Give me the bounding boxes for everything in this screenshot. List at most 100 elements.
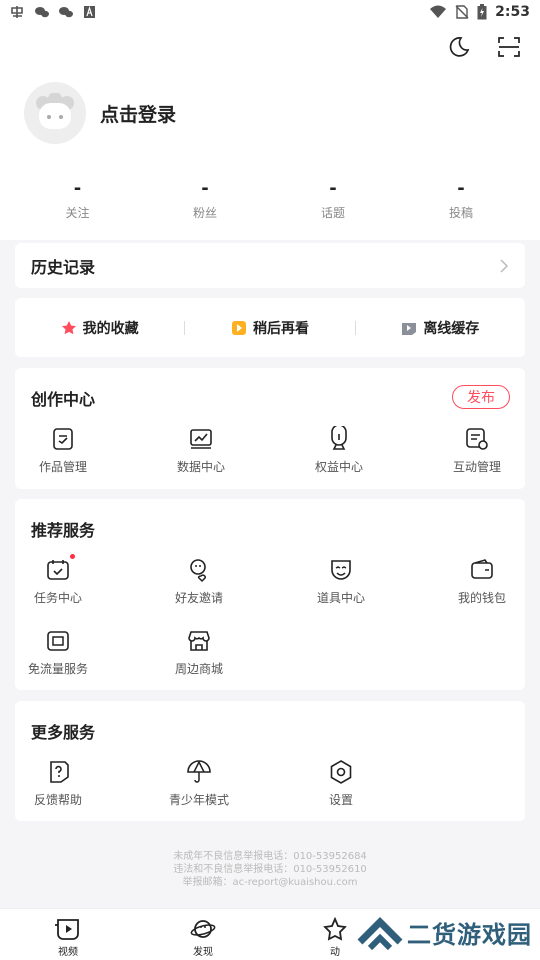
login-label[interactable]: 点击登录	[100, 100, 176, 127]
recommend-title: 推荐服务	[31, 521, 96, 540]
chevron-right-icon	[500, 258, 509, 273]
moon-icon	[449, 37, 470, 57]
legal-line: 违法和不良信息举报电话：010-53952610	[173, 864, 367, 875]
teen-mode-item[interactable]: 青少年模式	[149, 759, 249, 808]
watch-later-button[interactable]: 稍后再看	[185, 318, 354, 338]
interaction-icon	[466, 428, 488, 450]
watch-later-label: 稍后再看	[252, 320, 309, 337]
store-icon	[188, 631, 210, 651]
data-center-label: 数据中心	[176, 460, 225, 474]
legal-line: 未成年不良信息举报电话：010-53952684	[173, 851, 367, 862]
watermark-chevron-icon	[357, 917, 403, 951]
notification-dot	[70, 554, 75, 559]
recommend-services-card: 推荐服务 任务中心 好友邀请 道具中心 我的钱包 免流量服务 周边商城	[15, 499, 525, 690]
scan-button[interactable]	[496, 34, 522, 60]
history-title: 历史记录	[31, 257, 96, 277]
stat-label: 粉丝	[192, 206, 217, 220]
free-data-service-label: 免流量服务	[27, 662, 88, 676]
favorites-button[interactable]: 我的收藏	[15, 318, 184, 338]
watermark-text: 二货游戏园	[407, 920, 532, 949]
create-center-title: 创作中心	[31, 390, 96, 409]
publish-button[interactable]: 发布	[452, 385, 510, 409]
wechat-icon	[35, 7, 49, 18]
legal-line: 举报邮箱：ac-report@kuaishou.com	[182, 877, 358, 888]
offline-cache-label: 离线缓存	[423, 320, 480, 337]
umbrella-icon	[187, 760, 211, 783]
settings-label: 设置	[328, 793, 353, 807]
star-icon	[61, 320, 76, 334]
invite-friends-item[interactable]: 好友邀请	[149, 557, 249, 606]
stat-label: 话题	[320, 206, 345, 220]
wallet-label: 我的钱包	[457, 591, 506, 605]
header-actions	[446, 34, 522, 60]
help-icon	[50, 761, 69, 783]
task-center-label: 任务中心	[33, 591, 82, 605]
wallet-icon	[471, 559, 493, 579]
app-logo-icon	[11, 6, 23, 18]
task-center-item[interactable]: 任务中心	[8, 554, 108, 606]
wallet-item[interactable]: 我的钱包	[432, 557, 532, 606]
merch-store-label: 周边商城	[174, 662, 223, 676]
stat-label: 关注	[65, 206, 90, 220]
night-mode-button[interactable]	[446, 34, 472, 60]
interaction-manage-item[interactable]: 互动管理	[427, 426, 527, 475]
stats-row: - 关注 - 粉丝 - 话题 - 投稿	[0, 180, 540, 221]
stat-label: 投稿	[448, 206, 473, 220]
teen-mode-label: 青少年模式	[168, 793, 229, 807]
tab-video[interactable]: 视频	[38, 917, 98, 958]
data-center-item[interactable]: 数据中心	[151, 426, 251, 475]
settings-item[interactable]: 设置	[291, 759, 391, 808]
avatar[interactable]	[24, 82, 86, 144]
free-data-service-item[interactable]: 免流量服务	[8, 628, 108, 677]
data-chart-icon	[190, 429, 212, 449]
stat-value: -	[457, 178, 465, 199]
tab-label: 动	[330, 947, 340, 958]
stat-value: -	[329, 178, 337, 199]
play-later-icon	[231, 320, 246, 335]
tab-dynamic[interactable]: 动	[305, 917, 365, 958]
sim-card-icon	[47, 631, 69, 651]
rights-center-label: 权益中心	[314, 460, 363, 474]
notification-a-icon	[84, 5, 95, 18]
props-center-item[interactable]: 道具中心	[291, 557, 391, 606]
planet-icon	[190, 920, 216, 938]
favorites-label: 我的收藏	[82, 320, 139, 337]
history-row[interactable]: 历史记录	[15, 243, 525, 288]
wifi-icon	[430, 5, 447, 18]
badge-icon	[331, 426, 347, 450]
status-bar: 2:53	[0, 0, 540, 24]
rights-center-item[interactable]: 权益中心	[289, 426, 389, 475]
tab-label: 视频	[58, 947, 78, 958]
stat-following[interactable]: - 关注	[0, 180, 155, 221]
stat-topics[interactable]: - 话题	[255, 180, 411, 221]
mask-icon	[331, 560, 351, 580]
stat-posts[interactable]: - 投稿	[411, 180, 511, 221]
feedback-help-label: 反馈帮助	[33, 793, 82, 807]
quick-links: 我的收藏 稍后再看 离线缓存	[15, 298, 525, 357]
wechat-icon	[59, 7, 73, 18]
works-icon	[53, 428, 73, 450]
clock: 2:53	[495, 4, 530, 20]
works-manage-item[interactable]: 作品管理	[13, 426, 113, 475]
settings-icon	[330, 760, 352, 784]
download-icon	[402, 322, 417, 335]
more-title: 更多服务	[31, 723, 96, 742]
no-sim-icon	[455, 5, 469, 19]
scan-icon	[498, 37, 520, 57]
tab-label: 发现	[193, 947, 213, 958]
interaction-manage-label: 互动管理	[452, 460, 501, 474]
props-center-label: 道具中心	[316, 591, 365, 605]
default-avatar-icon	[36, 93, 74, 129]
profile-login[interactable]: 点击登录	[24, 82, 176, 144]
stat-fans[interactable]: - 粉丝	[155, 180, 255, 221]
merch-store-item[interactable]: 周边商城	[149, 628, 249, 677]
task-icon-wrap	[45, 554, 75, 583]
offline-cache-button[interactable]: 离线缓存	[356, 318, 525, 338]
legal-info: 未成年不良信息举报电话：010-53952684 违法和不良信息举报电话：010…	[0, 850, 540, 889]
feedback-help-item[interactable]: 反馈帮助	[8, 759, 108, 808]
stat-value: -	[73, 178, 82, 199]
watermark-logo: 二货游戏园	[357, 912, 532, 952]
video-icon	[55, 919, 79, 940]
tab-discover[interactable]: 发现	[173, 917, 233, 958]
stat-value: -	[201, 178, 209, 199]
